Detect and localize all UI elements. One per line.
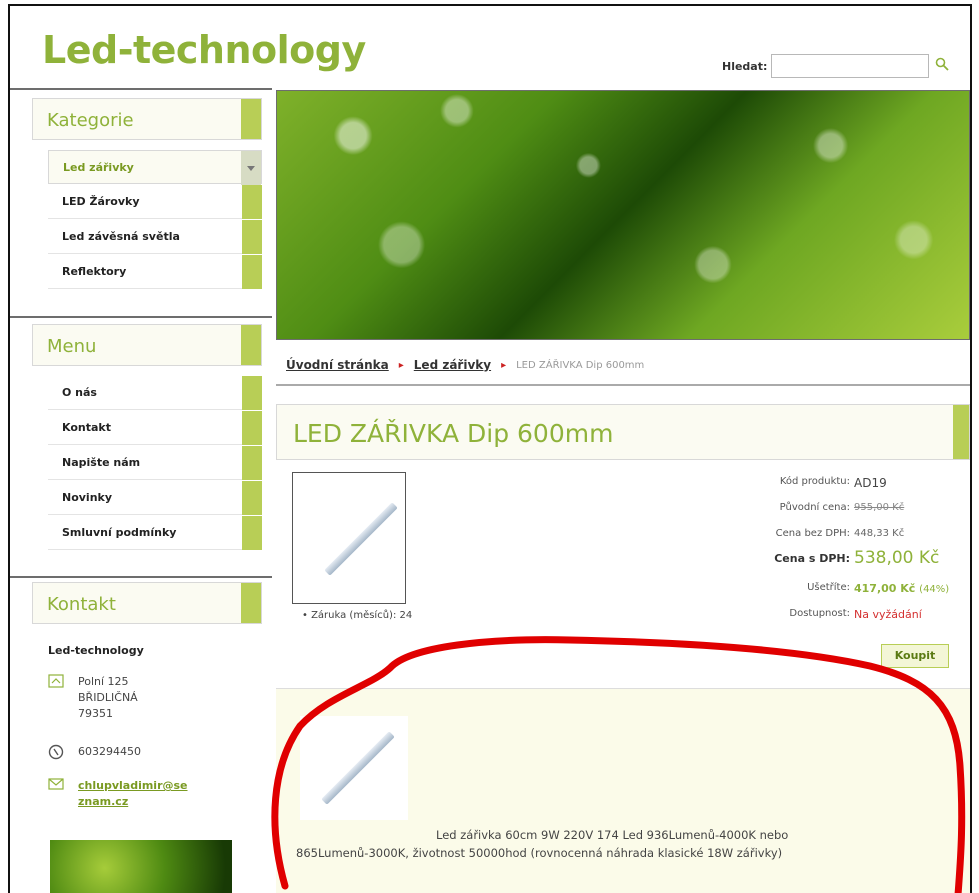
sidebar-item-o-nas[interactable]: O nás — [48, 376, 262, 410]
contact-title: Kontakt — [47, 594, 116, 615]
item-tab — [242, 376, 262, 410]
savings-amount: 417,00 Kč — [854, 582, 916, 595]
breadcrumb: Úvodní stránka ▸ Led zářivky ▸ LED ZÁŘIV… — [286, 358, 644, 372]
sidebar-item-led-zarovky[interactable]: LED Žárovky — [48, 185, 262, 219]
led-tube-image — [321, 731, 395, 805]
contact-email-link[interactable]: chlupvladimir@seznam.cz — [78, 778, 188, 810]
spec-value: 448,33 Kč — [854, 528, 905, 539]
description-image — [300, 716, 408, 820]
contact-header: Kontakt — [32, 582, 262, 624]
chevron-right-icon: ▸ — [398, 359, 404, 371]
contact-company: Led-technology — [48, 644, 144, 657]
sidebar-image — [50, 840, 232, 893]
breadcrumb-category[interactable]: Led zářivky — [414, 358, 491, 372]
spec-savings: Ušetříte: 417,00 Kč (44%) — [807, 582, 949, 595]
description-line: Led zářivka 60cm 9W 220V 174 Led 936Lume… — [436, 828, 789, 842]
item-tab — [242, 255, 262, 289]
item-tab — [242, 516, 262, 550]
sidebar-item-label: Led zářivky — [63, 161, 134, 174]
categories-header: Kategorie — [32, 98, 262, 140]
sidebar-item-label: Smluvní podmínky — [62, 526, 177, 539]
categories-title: Kategorie — [47, 110, 134, 131]
savings-percent: (44%) — [919, 584, 950, 595]
contact-phone: 603294450 — [78, 745, 141, 758]
spec-label: Dostupnost: — [789, 608, 850, 619]
sidebar-item-napiste-nam[interactable]: Napište nám — [48, 446, 262, 480]
menu-header: Menu — [32, 324, 262, 366]
divider — [10, 576, 272, 578]
item-tab — [242, 411, 262, 445]
item-tab — [242, 220, 262, 254]
led-tube-image — [324, 502, 398, 576]
phone-icon — [48, 744, 64, 760]
product-title-box: LED ZÁŘIVKA Dip 600mm — [276, 404, 970, 460]
spec-label: Původní cena: — [779, 502, 850, 513]
breadcrumb-home[interactable]: Úvodní stránka — [286, 358, 389, 372]
availability-status: Na vyžádání — [854, 608, 922, 621]
menu-title: Menu — [47, 336, 97, 357]
chevron-down-icon[interactable] — [241, 151, 261, 185]
contact-address: Polní 125 BŘIDLIČNÁ 79351 — [78, 675, 138, 720]
search-bar: Hledat: — [722, 54, 953, 78]
spec-price-gross: Cena s DPH: 538,00 Kč — [774, 548, 939, 568]
price-value: 538,00 Kč — [854, 548, 940, 568]
spec-code: Kód produktu: AD19 — [779, 476, 887, 490]
spec-price-net: Cena bez DPH: 448,33 Kč — [775, 528, 905, 539]
sidebar-item-label: Napište nám — [62, 456, 141, 469]
spec-original-price: Původní cena: 955,00 Kč — [779, 502, 905, 513]
hero-banner-image — [276, 90, 970, 340]
sidebar-item-led-zarivky[interactable]: Led zářivky — [48, 150, 262, 185]
spec-label: Cena bez DPH: — [775, 528, 850, 539]
divider — [10, 316, 272, 318]
spec-value: 955,00 Kč — [854, 502, 905, 513]
buy-button[interactable]: Koupit — [881, 644, 949, 668]
spec-label: Kód produktu: — [779, 476, 850, 487]
sidebar-item-label: Novinky — [62, 491, 113, 504]
description-line: 865Lumenů-3000K, životnost 50000hod (rov… — [296, 846, 783, 860]
sidebar-item-led-zavesna-svetla[interactable]: Led závěsná světla — [48, 220, 262, 254]
site-logo[interactable]: Led-technology — [42, 28, 366, 72]
item-tab — [242, 185, 262, 219]
chevron-right-icon: ▸ — [501, 359, 507, 371]
header-tab — [241, 583, 261, 623]
sidebar-item-label: LED Žárovky — [62, 195, 140, 208]
search-label: Hledat: — [722, 59, 768, 73]
spec-value: 417,00 Kč (44%) — [854, 582, 949, 595]
sidebar-item-novinky[interactable]: Novinky — [48, 481, 262, 515]
house-icon — [48, 674, 64, 688]
divider — [276, 384, 970, 386]
sidebar-item-smluvni-podminky[interactable]: Smluvní podmínky — [48, 516, 262, 550]
spec-label: Ušetříte: — [807, 582, 850, 593]
item-tab — [242, 446, 262, 480]
item-tab — [242, 481, 262, 515]
header-tab — [953, 405, 969, 459]
sidebar-item-reflektory[interactable]: Reflektory — [48, 255, 262, 289]
product-image[interactable] — [292, 472, 406, 604]
breadcrumb-current: LED ZÁŘIVKA Dip 600mm — [516, 359, 645, 371]
divider — [10, 88, 272, 90]
sidebar-item-label: Reflektory — [62, 265, 127, 278]
search-icon[interactable] — [935, 57, 953, 75]
sidebar-item-label: Led závěsná světla — [62, 230, 180, 243]
spec-availability: Dostupnost: Na vyžádání — [789, 608, 921, 621]
header-tab — [241, 325, 261, 365]
description-text: Led zářivka 60cm 9W 220V 174 Led 936Lume… — [296, 826, 956, 862]
spec-value: AD19 — [854, 476, 887, 490]
header-tab — [241, 99, 261, 139]
envelope-icon — [48, 778, 64, 792]
sidebar: Kategorie Led zářivky LED Žárovky Led zá… — [10, 88, 272, 893]
warranty-info: • Záruka (měsíců): 24 — [302, 610, 413, 621]
search-input[interactable] — [771, 54, 930, 78]
page-frame: Led-technology Hledat: Kategorie Led zář… — [8, 4, 972, 893]
sidebar-item-label: O nás — [62, 386, 97, 399]
sidebar-item-label: Kontakt — [62, 421, 111, 434]
spec-label: Cena s DPH: — [774, 552, 850, 565]
page-title: LED ZÁŘIVKA Dip 600mm — [293, 419, 614, 448]
sidebar-item-kontakt[interactable]: Kontakt — [48, 411, 262, 445]
